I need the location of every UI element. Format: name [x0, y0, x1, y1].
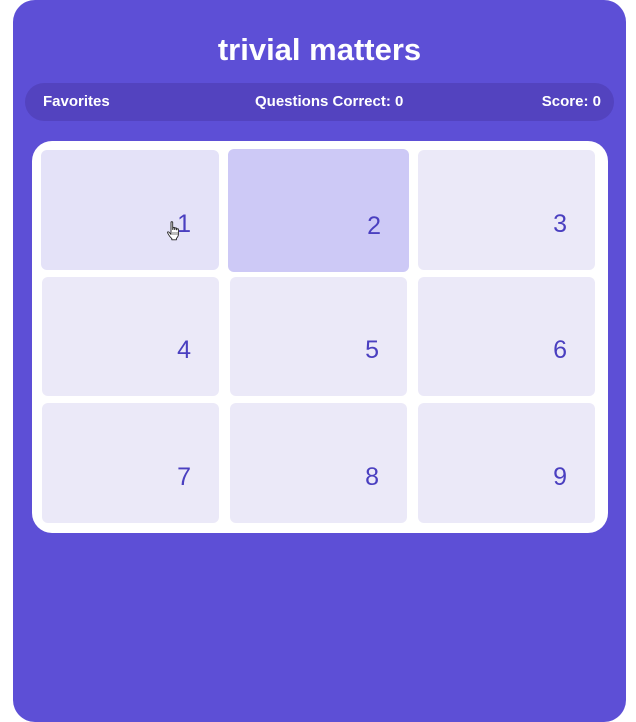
tile-number: 7 [177, 463, 191, 491]
tile-4[interactable]: 4 [42, 277, 219, 396]
game-title: trivial matters [217, 32, 422, 67]
game-window: trivial matters Favorites Questions Corr… [13, 0, 626, 722]
question-board: 1 2 3 4 5 6 7 8 9 [32, 141, 608, 533]
tile-7[interactable]: 7 [42, 403, 219, 523]
tile-1[interactable]: 1 [41, 150, 219, 270]
status-bar: Favorites Questions Correct: 0 Score: 0 [25, 83, 614, 121]
tile-2[interactable]: 2 [228, 149, 409, 272]
tile-8[interactable]: 8 [230, 403, 407, 523]
tile-number: 9 [553, 463, 567, 491]
tile-number: 8 [365, 463, 379, 491]
tile-9[interactable]: 9 [418, 403, 595, 523]
tile-number: 2 [367, 212, 381, 240]
score-counter: Score: 0 [541, 93, 601, 110]
tile-3[interactable]: 3 [418, 150, 595, 270]
tile-number: 5 [365, 336, 379, 364]
tile-number: 6 [553, 336, 567, 364]
tile-number: 3 [553, 210, 567, 238]
tile-6[interactable]: 6 [418, 277, 595, 396]
questions-correct-counter: Questions Correct: 0 [255, 93, 404, 110]
favorites-link[interactable]: Favorites [43, 93, 110, 111]
tile-5[interactable]: 5 [230, 277, 407, 396]
tile-number: 4 [177, 336, 191, 364]
hand-pointer-icon [167, 221, 179, 241]
